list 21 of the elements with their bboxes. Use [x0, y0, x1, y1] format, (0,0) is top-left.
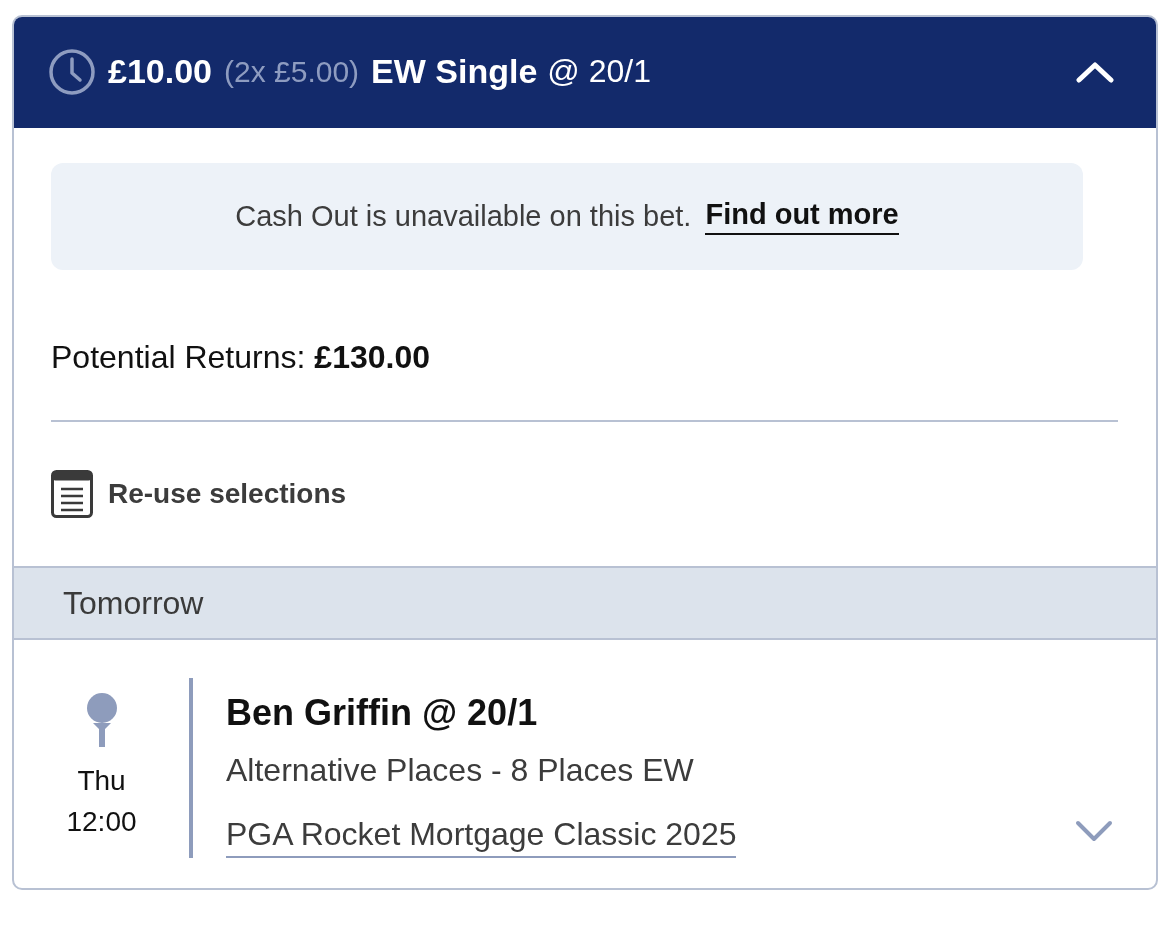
potential-returns-amount: £130.00 — [314, 339, 431, 376]
stake-amount: £10.00 — [108, 52, 212, 91]
find-out-more-link[interactable]: Find out more — [705, 198, 899, 235]
potential-returns-label: Potential Returns: — [51, 339, 306, 376]
chevron-up-icon[interactable] — [1076, 60, 1114, 83]
bet-header[interactable]: £10.00 (2x £5.00) EW Single @ 20/1 — [14, 17, 1156, 128]
bet-odds: @ 20/1 — [547, 53, 651, 90]
clock-icon — [49, 48, 95, 95]
document-icon — [51, 470, 93, 518]
event-day: Thu — [77, 763, 126, 799]
event-time: 12:00 — [66, 805, 137, 839]
date-header: Tomorrow — [14, 566, 1156, 640]
stake-breakdown: (2x £5.00) — [224, 54, 360, 89]
bet-type: EW Single — [371, 52, 538, 91]
chevron-down-icon[interactable] — [1075, 820, 1113, 842]
selection-title: Ben Griffin @ 20/1 — [226, 691, 538, 735]
market-name: Alternative Places - 8 Places EW — [226, 751, 694, 790]
cash-out-message: Cash Out is unavailable on this bet. — [235, 200, 692, 233]
reuse-selections-button[interactable]: Re-use selections — [51, 470, 347, 518]
event-link[interactable]: PGA Rocket Mortgage Classic 2025 — [226, 812, 737, 858]
golf-tee-icon — [84, 693, 119, 747]
